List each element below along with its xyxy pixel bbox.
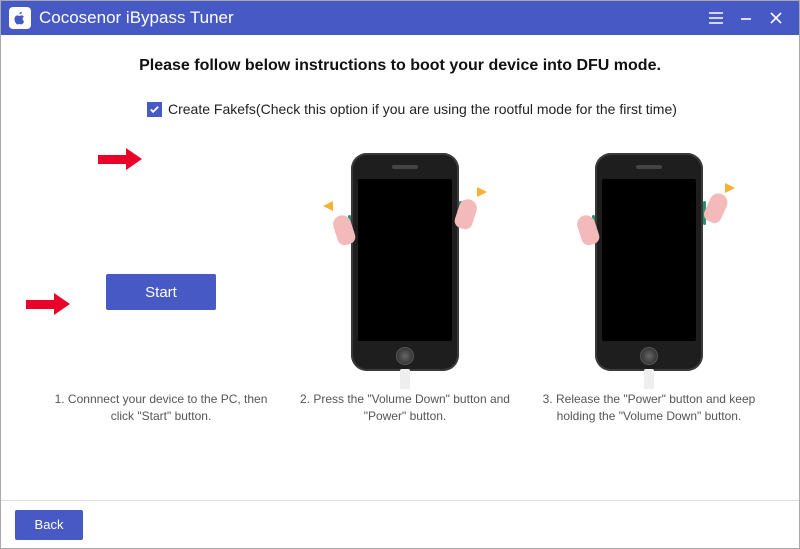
app-title: Cocosenor iBypass Tuner [39, 8, 234, 28]
finger-icon [575, 213, 601, 247]
create-fakefs-checkbox[interactable] [147, 102, 162, 117]
step-2-caption: 2. Press the "Volume Down" button and "P… [283, 391, 527, 425]
step-2: 2. Press the "Volume Down" button and "P… [283, 147, 527, 425]
create-fakefs-option[interactable]: Create Fakefs(Check this option if you a… [147, 101, 771, 117]
app-logo-icon [9, 7, 31, 29]
step-3: 3. Release the "Power" button and keep h… [527, 147, 771, 425]
motion-arrow-icon [323, 201, 333, 211]
page-headline: Please follow below instructions to boot… [29, 57, 771, 75]
create-fakefs-label: Create Fakefs(Check this option if you a… [168, 101, 677, 117]
motion-arrow-icon [725, 183, 735, 193]
finger-icon [702, 191, 731, 226]
step-3-caption: 3. Release the "Power" button and keep h… [527, 391, 771, 425]
phone-illustration-press [351, 153, 459, 371]
back-button[interactable]: Back [15, 510, 83, 540]
phone-illustration-release [595, 153, 703, 371]
step-1-caption: 1. Connnect your device to the PC, then … [39, 391, 283, 425]
start-button[interactable]: Start [106, 274, 216, 310]
finger-icon [331, 213, 357, 247]
main-content: Please follow below instructions to boot… [1, 35, 799, 501]
footer-bar: Back [1, 500, 799, 548]
titlebar: Cocosenor iBypass Tuner [1, 1, 799, 35]
finger-icon [453, 197, 479, 231]
motion-arrow-icon [477, 187, 487, 197]
step-1: Start 1. Connnect your device to the PC,… [39, 147, 283, 425]
close-button[interactable] [761, 1, 791, 35]
minimize-button[interactable] [731, 1, 761, 35]
menu-button[interactable] [701, 1, 731, 35]
